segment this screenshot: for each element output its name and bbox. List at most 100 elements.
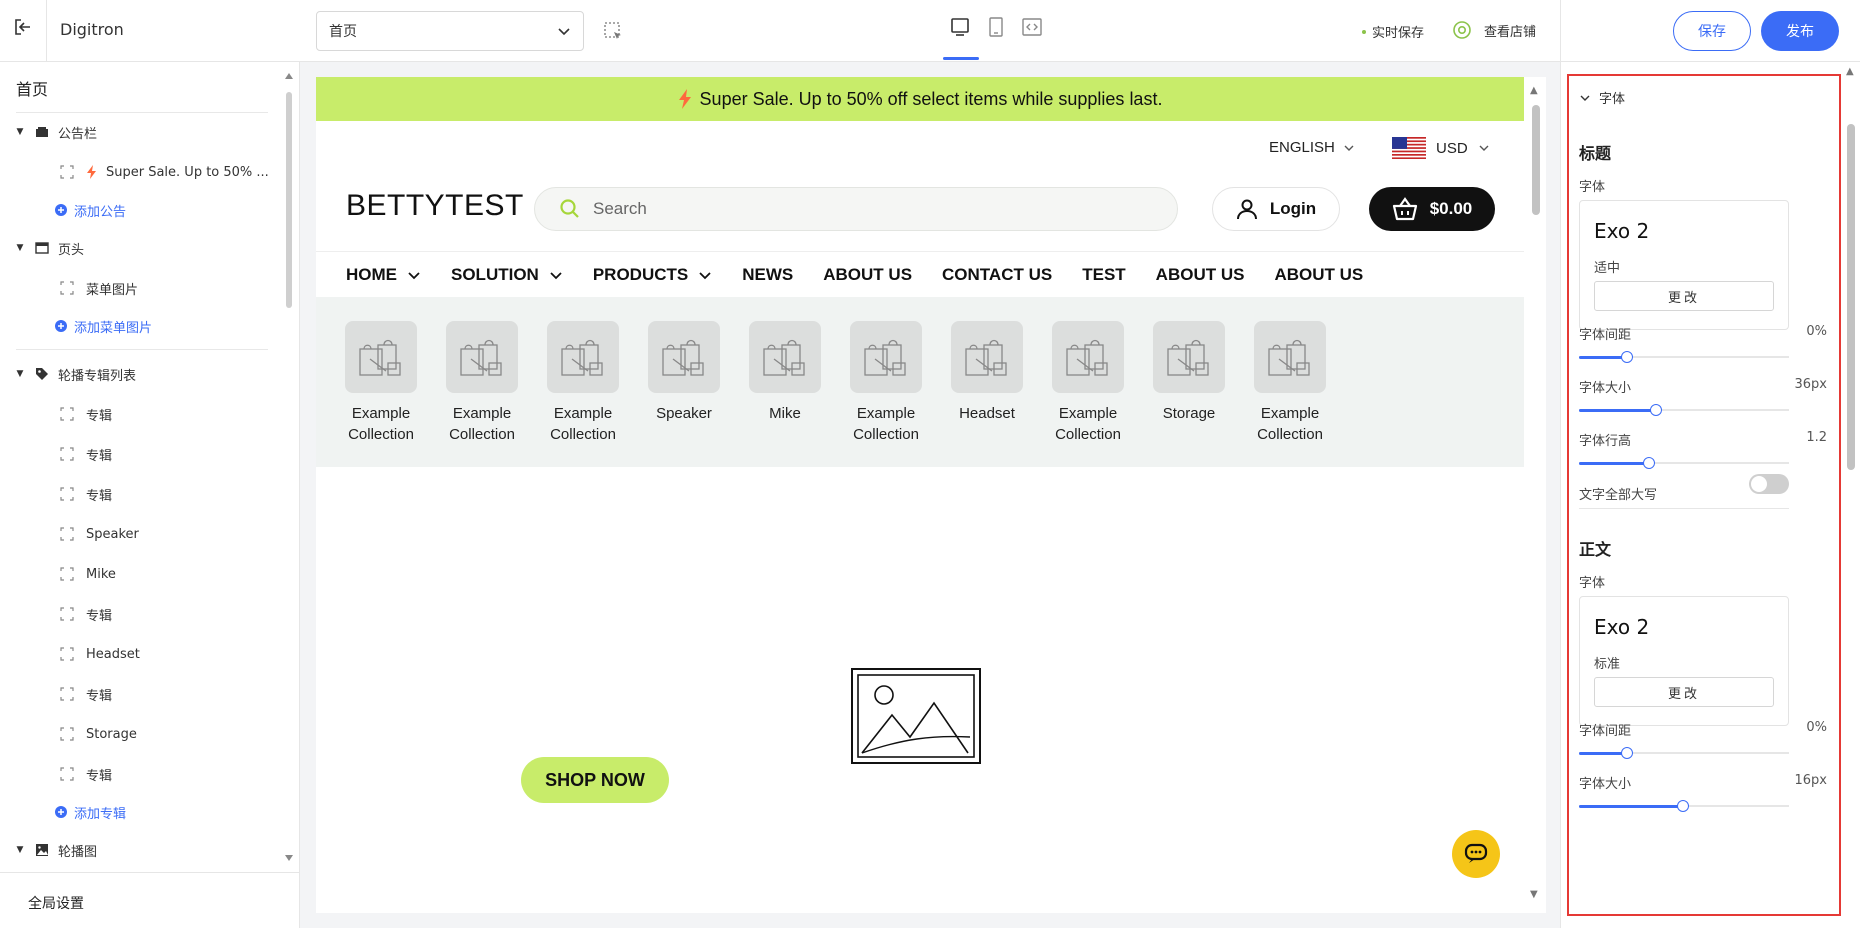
nav-item-news[interactable]: NEWS bbox=[742, 265, 793, 285]
scroll-down-icon[interactable]: ▼ bbox=[1530, 889, 1538, 900]
drag-handle-icon[interactable] bbox=[60, 727, 74, 741]
sidebar-group-carousel[interactable]: ▼ 轮播图 bbox=[14, 838, 97, 862]
add-collection-button[interactable]: 添加专辑 bbox=[54, 800, 126, 824]
sidebar-item-menu-image[interactable]: 菜单图片 bbox=[60, 276, 138, 300]
select-area-icon[interactable] bbox=[602, 20, 624, 42]
sidebar-item-announcement[interactable]: Super Sale. Up to 50% ... bbox=[60, 160, 269, 184]
slider-handle[interactable] bbox=[1643, 457, 1655, 469]
scrollbar-thumb[interactable] bbox=[286, 92, 292, 308]
sidebar-group-collection-carousel[interactable]: ▼ 轮播专辑列表 bbox=[14, 362, 136, 386]
nav-item-about-us[interactable]: ABOUT US bbox=[1156, 265, 1245, 285]
nav-item-test[interactable]: TEST bbox=[1082, 265, 1125, 285]
scroll-down-icon[interactable] bbox=[284, 854, 294, 862]
sidebar-item-collection[interactable]: 专辑 bbox=[60, 682, 112, 706]
sidebar-scrollbar[interactable] bbox=[284, 70, 294, 862]
exit-icon[interactable] bbox=[12, 16, 34, 38]
desktop-view-icon[interactable] bbox=[947, 14, 973, 40]
caret-down-icon[interactable]: ▼ bbox=[14, 126, 26, 138]
collection-card[interactable]: Storage bbox=[1134, 321, 1244, 424]
chat-button[interactable] bbox=[1452, 830, 1500, 878]
nav-item-products[interactable]: PRODUCTS bbox=[593, 265, 712, 285]
nav-item-home[interactable]: HOME bbox=[346, 265, 421, 285]
nav-item-about-us[interactable]: ABOUT US bbox=[1274, 265, 1363, 285]
sidebar-item-collection[interactable]: 专辑 bbox=[60, 482, 112, 506]
publish-button[interactable]: 发布 bbox=[1761, 11, 1839, 51]
collection-card[interactable]: Example Collection bbox=[831, 321, 941, 445]
drag-handle-icon[interactable] bbox=[60, 567, 74, 581]
drag-handle-icon[interactable] bbox=[60, 407, 74, 421]
login-button[interactable]: Login bbox=[1212, 187, 1340, 231]
drag-handle-icon[interactable] bbox=[60, 487, 74, 501]
drag-handle-icon[interactable] bbox=[60, 767, 74, 781]
scroll-up-icon[interactable]: ▲ bbox=[1846, 66, 1854, 77]
sidebar-item-collection[interactable]: Mike bbox=[60, 562, 116, 586]
shop-now-button[interactable]: SHOP NOW bbox=[521, 757, 669, 803]
scroll-up-icon[interactable] bbox=[284, 72, 294, 80]
slider-handle[interactable] bbox=[1621, 351, 1633, 363]
drag-handle-icon[interactable] bbox=[60, 647, 74, 661]
view-store-link[interactable]: 查看店铺 bbox=[1452, 20, 1536, 40]
language-selector[interactable]: ENGLISH bbox=[1269, 139, 1355, 156]
collection-card[interactable]: Headset bbox=[932, 321, 1042, 424]
sidebar-group-header[interactable]: ▼ 页头 bbox=[14, 236, 84, 260]
slider-handle[interactable] bbox=[1650, 404, 1662, 416]
drag-handle-icon[interactable] bbox=[60, 281, 74, 295]
collection-name: Mike bbox=[769, 403, 801, 424]
slider-handle[interactable] bbox=[1621, 747, 1633, 759]
caret-down-icon[interactable]: ▼ bbox=[14, 368, 26, 380]
sidebar-item-collection[interactable]: 专辑 bbox=[60, 442, 112, 466]
uppercase-toggle[interactable] bbox=[1749, 474, 1789, 494]
body-letter-spacing-slider[interactable] bbox=[1579, 746, 1789, 760]
heading-size-slider[interactable] bbox=[1579, 403, 1789, 417]
collection-card[interactable]: Example Collection bbox=[326, 321, 436, 445]
sidebar-group-announcement[interactable]: ▼ 公告栏 bbox=[14, 120, 97, 144]
drag-handle-icon[interactable] bbox=[60, 165, 74, 179]
drag-handle-icon[interactable] bbox=[60, 607, 74, 621]
typography-header[interactable]: 字体 bbox=[1579, 88, 1625, 107]
sidebar-item-collection[interactable]: 专辑 bbox=[60, 602, 112, 626]
body-font-weight: 标准 bbox=[1594, 657, 1621, 672]
body-change-font-button[interactable]: 更改 bbox=[1594, 677, 1774, 707]
add-menu-image-button[interactable]: 添加菜单图片 bbox=[54, 314, 152, 338]
sidebar-item-collection[interactable]: Speaker bbox=[60, 522, 139, 546]
drag-handle-icon[interactable] bbox=[60, 527, 74, 541]
currency-selector[interactable]: USD bbox=[1392, 137, 1490, 159]
collection-card[interactable]: Mike bbox=[730, 321, 840, 424]
nav-item-contact-us[interactable]: CONTACT US bbox=[942, 265, 1052, 285]
heading-change-font-button[interactable]: 更改 bbox=[1594, 281, 1774, 311]
tablet-view-icon[interactable] bbox=[983, 14, 1009, 40]
drag-handle-icon[interactable] bbox=[60, 687, 74, 701]
fullwidth-view-icon[interactable] bbox=[1019, 14, 1045, 40]
preview-scrollbar[interactable]: ▲ ▼ bbox=[1526, 77, 1546, 913]
scrollbar-thumb[interactable] bbox=[1532, 105, 1540, 215]
global-settings[interactable]: 全局设置 bbox=[0, 872, 300, 928]
drag-handle-icon[interactable] bbox=[60, 447, 74, 461]
collection-card[interactable]: Speaker bbox=[629, 321, 739, 424]
scrollbar-thumb[interactable] bbox=[1847, 124, 1855, 470]
collection-card[interactable]: Example Collection bbox=[528, 321, 638, 445]
caret-down-icon[interactable]: ▼ bbox=[14, 844, 26, 856]
collection-card[interactable]: Example Collection bbox=[1235, 321, 1345, 445]
collection-card[interactable]: Example Collection bbox=[427, 321, 537, 445]
page-select[interactable]: 首页 bbox=[316, 11, 584, 51]
sidebar-item-collection[interactable]: 专辑 bbox=[60, 402, 112, 426]
scroll-up-icon[interactable]: ▲ bbox=[1530, 85, 1538, 96]
nav-item-about-us[interactable]: ABOUT US bbox=[823, 265, 912, 285]
sidebar-item-collection[interactable]: Headset bbox=[60, 642, 140, 666]
nav-item-solution[interactable]: SOLUTION bbox=[451, 265, 563, 285]
store-search-input[interactable]: Search bbox=[534, 187, 1178, 231]
sidebar-item-collection[interactable]: Storage bbox=[60, 722, 137, 746]
heading-line-height-slider[interactable] bbox=[1579, 456, 1789, 470]
heading-letter-spacing-slider[interactable] bbox=[1579, 350, 1789, 364]
collection-card[interactable]: Example Collection bbox=[1033, 321, 1143, 445]
slider-handle[interactable] bbox=[1677, 800, 1689, 812]
panel-scrollbar[interactable]: ▲ bbox=[1843, 62, 1859, 928]
caret-down-icon[interactable]: ▼ bbox=[14, 242, 26, 254]
save-button[interactable]: 保存 bbox=[1673, 11, 1751, 51]
announcement-bar[interactable]: Super Sale. Up to 50% off select items w… bbox=[316, 77, 1524, 121]
add-announcement-button[interactable]: 添加公告 bbox=[54, 198, 126, 222]
sidebar-item-collection[interactable]: 专辑 bbox=[60, 762, 112, 786]
body-size-slider[interactable] bbox=[1579, 799, 1789, 813]
store-logo[interactable]: BETTYTEST bbox=[346, 189, 524, 223]
cart-button[interactable]: $0.00 bbox=[1369, 187, 1495, 231]
